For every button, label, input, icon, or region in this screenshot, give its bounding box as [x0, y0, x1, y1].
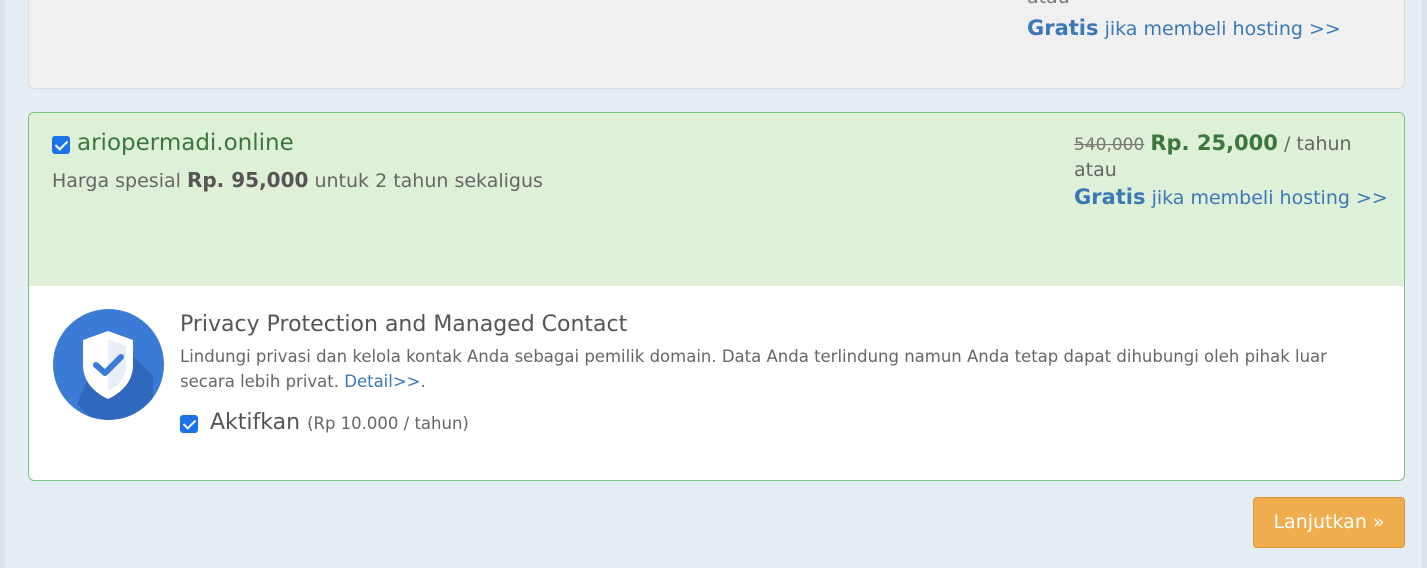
domain-name[interactable]: ariopermadi.online — [77, 130, 294, 156]
price-block: 540,000 Rp. 25,000 / tahun atau Gratis j… — [1074, 131, 1394, 209]
privacy-enable-checkbox[interactable] — [180, 415, 198, 433]
hosting-link[interactable]: jika membeli hosting >> — [1152, 187, 1388, 209]
previous-domain-gratis: Gratis — [1027, 16, 1099, 40]
privacy-enable-text: Aktifkan — [210, 410, 301, 435]
page-left-edge — [0, 0, 5, 568]
special-price-line: Harga spesial Rp. 95,000 untuk 2 tahun s… — [52, 168, 543, 192]
new-price: Rp. 25,000 — [1150, 131, 1278, 155]
page-right-edge — [1422, 0, 1427, 568]
privacy-title: Privacy Protection and Managed Contact — [180, 312, 628, 337]
shield-check-icon — [53, 309, 164, 420]
previous-domain-card — [28, 0, 1405, 89]
price-row: 540,000 Rp. 25,000 / tahun — [1074, 131, 1394, 155]
old-price: 540,000 — [1074, 135, 1145, 155]
privacy-description-period: . — [420, 372, 426, 391]
detail-link[interactable]: Detail>> — [344, 372, 420, 391]
privacy-enable-label[interactable]: Aktifkan (Rp 10.000 / tahun) — [210, 410, 469, 435]
domain-card: ariopermadi.online Harga spesial Rp. 95,… — [28, 112, 1405, 481]
previous-domain-hosting-link[interactable]: jika membeli hosting >> — [1105, 18, 1341, 40]
gratis-label: Gratis — [1074, 185, 1146, 209]
gratis-line: Gratis jika membeli hosting >> — [1074, 185, 1394, 209]
domain-checkbox[interactable] — [52, 136, 70, 154]
previous-domain-gratis-line: Gratis jika membeli hosting >> — [1027, 16, 1341, 40]
special-price-suffix: untuk 2 tahun sekaligus — [314, 170, 543, 192]
previous-domain-atau: atau — [1027, 0, 1070, 8]
privacy-enable-price: (Rp 10.000 / tahun) — [307, 414, 469, 433]
atau-label: atau — [1074, 159, 1117, 181]
per-year-label: / tahun — [1283, 133, 1352, 155]
domain-card-header: ariopermadi.online Harga spesial Rp. 95,… — [29, 113, 1404, 286]
continue-button[interactable]: Lanjutkan » — [1253, 497, 1405, 548]
special-price-value: Rp. 95,000 — [186, 168, 309, 192]
special-price-prefix: Harga spesial — [52, 170, 181, 192]
privacy-description: Lindungi privasi dan kelola kontak Anda … — [180, 344, 1380, 394]
